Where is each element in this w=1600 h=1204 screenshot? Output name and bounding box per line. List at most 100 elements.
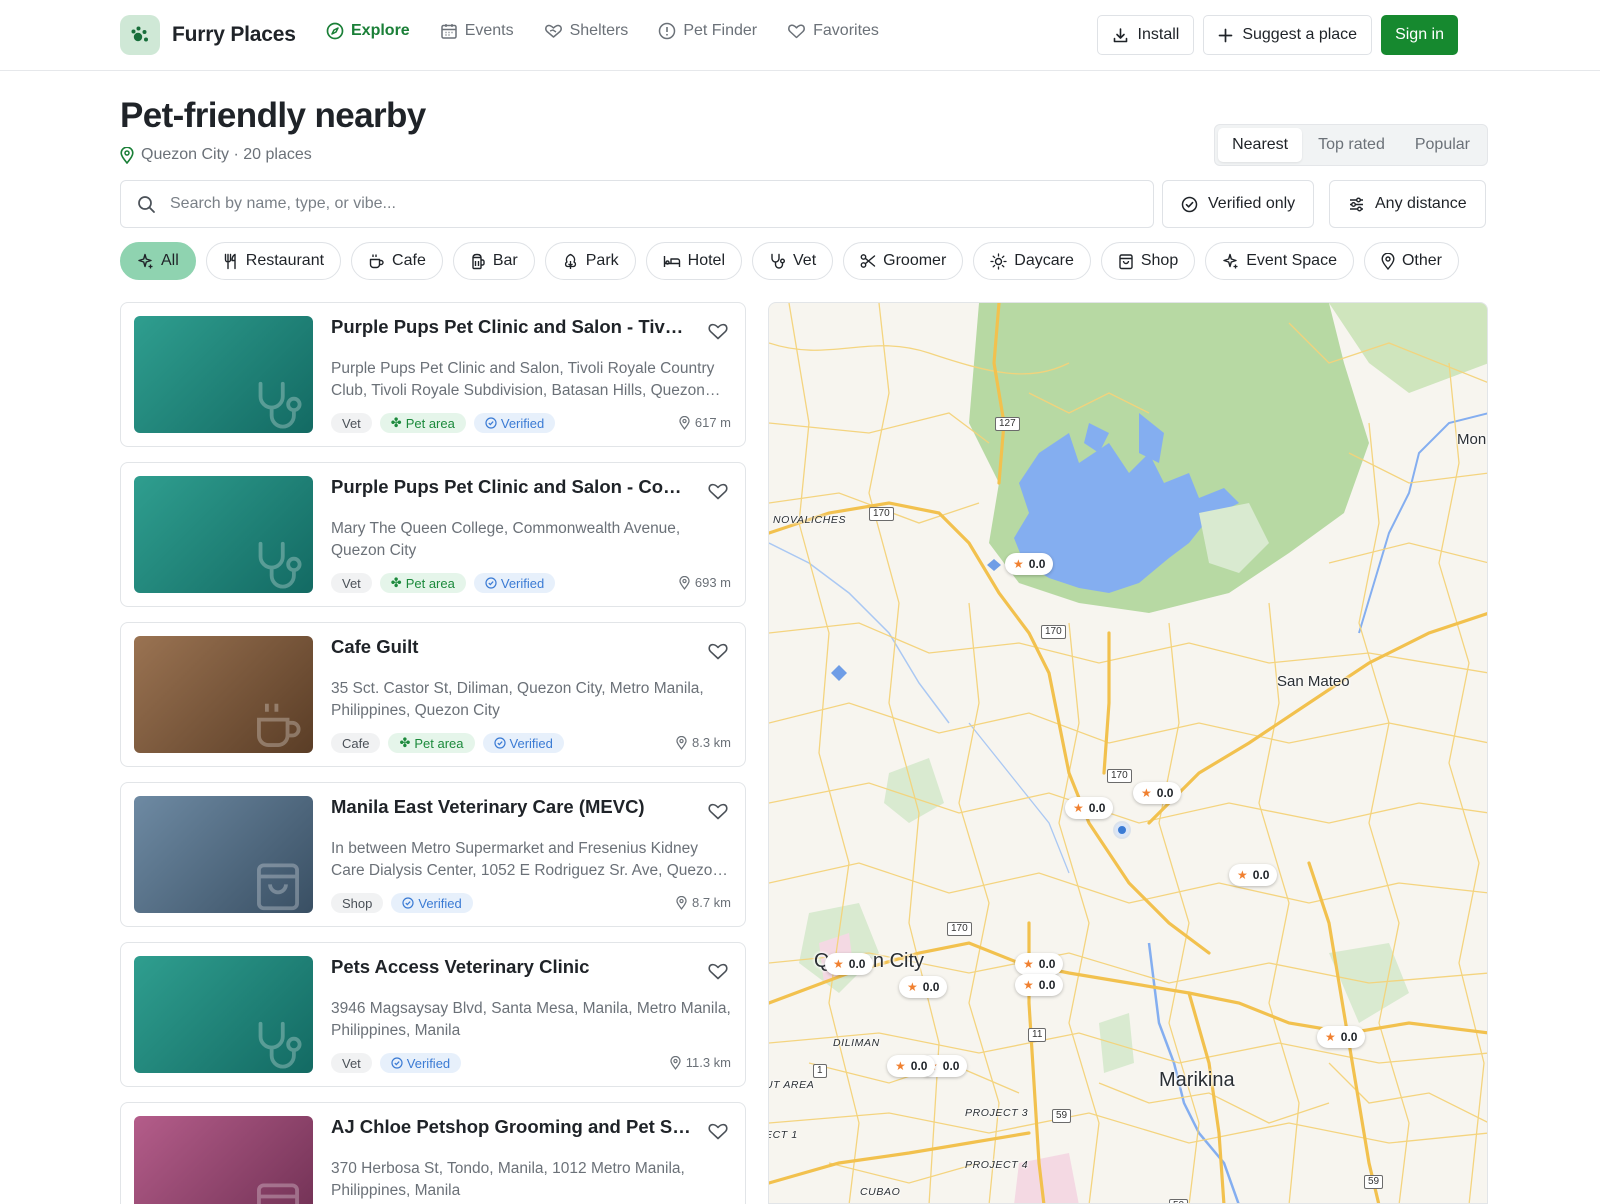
chip-daycare[interactable]: Daycare [973, 242, 1091, 280]
nav-label: Explore [351, 22, 410, 39]
map-pin[interactable]: ★ 0.0 [899, 976, 948, 998]
nav-pet-finder[interactable]: Pet Finder [658, 22, 757, 40]
install-label: Install [1137, 26, 1180, 43]
heart-icon [787, 22, 806, 40]
place-name[interactable]: Purple Pups Pet Clinic and Salon - Commo… [331, 476, 691, 498]
chip-shop[interactable]: Shop [1100, 242, 1196, 280]
chip-restaurant[interactable]: Restaurant [205, 242, 342, 280]
road-shield: 59 [1052, 1109, 1072, 1123]
stethoscope-icon [251, 539, 305, 593]
map-label-montalban: Mon [1457, 431, 1487, 448]
favorite-button[interactable] [707, 641, 729, 661]
sort-popular[interactable]: Popular [1401, 128, 1484, 162]
map-pin[interactable]: ★ 0.0 [1133, 782, 1182, 804]
suggest-place-button[interactable]: Suggest a place [1203, 15, 1373, 55]
sort-top-rated[interactable]: Top rated [1304, 128, 1399, 162]
verified-label: Verified [500, 575, 545, 591]
place-card[interactable]: Purple Pups Pet Clinic and Salon - Tivol… [120, 302, 746, 447]
place-name[interactable]: Pets Access Veterinary Clinic [331, 956, 691, 978]
map-pin[interactable]: ★ 0.0 [1015, 953, 1064, 975]
chip-groomer[interactable]: Groomer [843, 242, 964, 280]
search-box [120, 180, 1154, 228]
pin-rating: 0.0 [910, 1059, 928, 1073]
chip-vet[interactable]: Vet [752, 242, 834, 280]
verified-label: Verified [418, 895, 462, 911]
heart-hand-icon [544, 22, 563, 40]
nav-favorites[interactable]: Favorites [787, 22, 879, 40]
pin-rating: 0.0 [922, 980, 940, 994]
location-text: Quezon City · 20 places [141, 146, 312, 163]
favorite-button[interactable] [707, 1121, 729, 1141]
pin-rating: 0.0 [942, 1059, 960, 1073]
map-pin[interactable]: ★ 0.0 [1005, 553, 1054, 575]
chip-bar[interactable]: Bar [452, 242, 535, 280]
brand[interactable]: Furry Places [120, 15, 296, 55]
location-subtitle: Quezon City · 20 places [120, 146, 312, 164]
nav-explore[interactable]: Explore [326, 22, 410, 40]
verified-badge: Verified [379, 1053, 462, 1073]
distance-value: 8.3 km [691, 735, 731, 750]
place-card[interactable]: Manila East Veterinary Care (MEVC) In bet… [120, 782, 746, 927]
map-pin[interactable]: ★ 0.0 [1015, 974, 1064, 996]
place-card[interactable]: Cafe Guilt 35 Sct. Castor St, Diliman, Qu… [120, 622, 746, 767]
favorite-button[interactable] [707, 801, 729, 821]
check-circle-icon [485, 577, 497, 589]
place-address: 370 Herbosa St, Tondo, Manila, 1012 Metr… [331, 1160, 685, 1199]
map-pin[interactable]: ★ 0.0 [825, 953, 874, 975]
verified-badge: Verified [473, 413, 556, 433]
nav-shelters[interactable]: Shelters [544, 22, 628, 40]
chip-park[interactable]: Park [544, 242, 636, 280]
verified-badge: Verified [482, 733, 564, 753]
place-name[interactable]: AJ Chloe Petshop Grooming and Pet Suppli… [331, 1116, 691, 1138]
place-name[interactable]: Purple Pups Pet Clinic and Salon - Tivol… [331, 316, 691, 338]
pet-area-label: Pet area [414, 735, 464, 751]
place-name[interactable]: Manila East Veterinary Care (MEVC) [331, 796, 691, 818]
favorite-button[interactable] [707, 961, 729, 981]
sort-nearest[interactable]: Nearest [1218, 128, 1303, 162]
place-address: Mary The Queen College, Commonwealth Ave… [331, 520, 681, 559]
place-thumbnail [134, 316, 313, 433]
pin-rating: 0.0 [1252, 868, 1270, 882]
beer-icon [470, 253, 486, 270]
current-location-dot [1115, 823, 1129, 837]
check-circle-icon [402, 897, 414, 909]
map-pin[interactable]: ★ 0.0 [1317, 1026, 1366, 1048]
place-card[interactable]: Pets Access Veterinary Clinic 3946 Magsay… [120, 942, 746, 1087]
map-view[interactable]: NOVALICHES San Mateo Quezon City Marikin… [768, 302, 1488, 1204]
place-address: In between Metro Supermarket and Freseni… [331, 840, 722, 879]
type-tag: Vet [331, 413, 372, 433]
tree-icon [562, 253, 579, 270]
verified-only-toggle[interactable]: Verified only [1162, 180, 1315, 228]
place-card[interactable]: Purple Pups Pet Clinic and Salon - Commo… [120, 462, 746, 607]
map-pin-icon [676, 895, 687, 910]
place-tags: Vet Verified [331, 1053, 462, 1073]
place-distance: 8.7 km [676, 895, 731, 910]
map-pin[interactable]: ★ 0.0 [1065, 797, 1114, 819]
chip-other[interactable]: Other [1363, 242, 1459, 280]
map-pin[interactable]: ★ 0.0 [887, 1055, 936, 1077]
map-pin-icon [676, 735, 687, 750]
verified-badge: Verified [391, 893, 473, 913]
chip-event-space[interactable]: Event Space [1205, 242, 1354, 280]
install-button[interactable]: Install [1096, 15, 1195, 55]
favorite-button[interactable] [707, 481, 729, 501]
check-circle-icon [391, 1057, 403, 1069]
chip-all[interactable]: All [120, 242, 196, 280]
nav-events[interactable]: Events [440, 22, 514, 40]
map-pin[interactable]: ★ 0.0 [1229, 864, 1278, 886]
chip-cafe[interactable]: Cafe [351, 242, 443, 280]
pet-area-badge: ✤ Pet area [379, 413, 466, 433]
coffee-icon [251, 699, 305, 753]
check-circle-icon [1181, 196, 1198, 213]
favorite-button[interactable] [707, 321, 729, 341]
sign-in-button[interactable]: Sign in [1381, 15, 1458, 55]
page-title: Pet-friendly nearby [120, 96, 426, 135]
distance-filter-button[interactable]: Any distance [1329, 180, 1486, 228]
place-name[interactable]: Cafe Guilt [331, 636, 691, 658]
chip-hotel[interactable]: Hotel [645, 242, 743, 280]
search-input[interactable] [170, 195, 1070, 213]
map-label-ect-1: ECT 1 [768, 1129, 798, 1141]
chip-label: Shop [1140, 252, 1179, 269]
place-card[interactable]: AJ Chloe Petshop Grooming and Pet Suppli… [120, 1102, 746, 1204]
map-pin-icon [679, 415, 690, 430]
